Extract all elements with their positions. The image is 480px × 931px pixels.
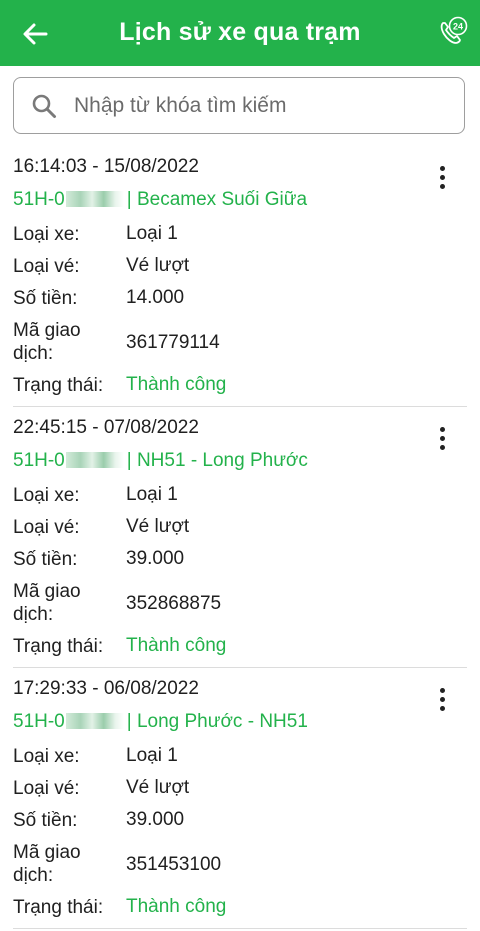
status-value: Thành công <box>126 896 227 917</box>
station-name: | NH51 - Long Phước <box>126 450 308 471</box>
amount-label: Số tiền: <box>13 549 78 570</box>
vehicle-type-value: Loại 1 <box>126 223 178 244</box>
transaction-id-label: Mã giao dịch: <box>13 581 81 625</box>
station-route: 51H-0 | NH51 - Long Phước <box>13 450 308 472</box>
transaction-card: 17:29:33 - 06/08/2022 51H-0 | Long Phước … <box>13 668 467 929</box>
transaction-time: 16:14:03 - 15/08/2022 <box>13 156 199 177</box>
station-route: 51H-0 | Long Phước - NH51 <box>13 711 308 733</box>
transaction-id-value: 351453100 <box>126 854 222 875</box>
status-label: Trạng thái: <box>13 636 104 657</box>
station-name: | Becamex Suối Giữa <box>126 189 308 210</box>
plate-redaction <box>65 713 124 729</box>
station-route: 51H-0 | Becamex Suối Giữa <box>13 189 307 211</box>
more-options-button[interactable] <box>433 686 453 714</box>
status-value: Thành công <box>126 635 227 656</box>
transaction-id-label: Mã giao dịch: <box>13 320 81 364</box>
transaction-card: 22:45:15 - 07/08/2022 51H-0 | NH51 - Long… <box>13 407 467 668</box>
ticket-type-label: Loại vé: <box>13 778 80 799</box>
hotline-button[interactable]: 24 <box>434 14 470 50</box>
vehicle-type-label: Loại xe: <box>13 224 80 245</box>
ticket-type-label: Loại vé: <box>13 256 80 277</box>
amount-value: 39.000 <box>126 548 185 569</box>
transaction-id-value: 361779114 <box>126 332 220 353</box>
license-plate: 51H-0 <box>13 189 65 210</box>
vehicle-type-label: Loại xe: <box>13 485 80 506</box>
status-label: Trạng thái: <box>13 897 104 918</box>
amount-label: Số tiền: <box>13 288 78 309</box>
status-value: Thành công <box>126 374 227 395</box>
transaction-list: 16:14:03 - 15/08/2022 51H-0 | Becamex Suố… <box>0 146 480 929</box>
amount-label: Số tiền: <box>13 810 78 831</box>
license-plate: 51H-0 <box>13 711 65 732</box>
vehicle-type-value: Loại 1 <box>126 745 178 766</box>
vehicle-type-value: Loại 1 <box>126 484 178 505</box>
plate-redaction <box>65 452 124 468</box>
ticket-type-value: Vé lượt <box>126 255 190 276</box>
more-options-button[interactable] <box>433 425 453 453</box>
hotline-badge-text: 24 <box>453 22 463 32</box>
amount-value: 14.000 <box>126 287 185 308</box>
app-header: Lịch sử xe qua trạm 24 <box>0 0 480 66</box>
more-options-button[interactable] <box>433 164 453 192</box>
plate-redaction <box>65 191 124 207</box>
ticket-type-value: Vé lượt <box>126 777 190 798</box>
ticket-type-label: Loại vé: <box>13 517 80 538</box>
transaction-card: 16:14:03 - 15/08/2022 51H-0 | Becamex Suố… <box>13 146 467 407</box>
search-input[interactable] <box>72 86 456 126</box>
phone-24-icon: 24 <box>440 16 468 44</box>
page-title: Lịch sử xe qua trạm <box>119 18 361 46</box>
status-label: Trạng thái: <box>13 375 104 396</box>
station-name: | Long Phước - NH51 <box>126 711 308 732</box>
transaction-time: 17:29:33 - 06/08/2022 <box>13 678 199 699</box>
vehicle-type-label: Loại xe: <box>13 746 80 767</box>
transaction-time: 22:45:15 - 07/08/2022 <box>13 417 199 438</box>
ticket-type-value: Vé lượt <box>126 516 190 537</box>
transaction-id-label: Mã giao dịch: <box>13 842 81 886</box>
amount-value: 39.000 <box>126 809 185 830</box>
transaction-id-value: 352868875 <box>126 593 222 614</box>
license-plate: 51H-0 <box>13 450 65 471</box>
search-box[interactable] <box>13 77 465 134</box>
search-icon <box>32 94 56 118</box>
